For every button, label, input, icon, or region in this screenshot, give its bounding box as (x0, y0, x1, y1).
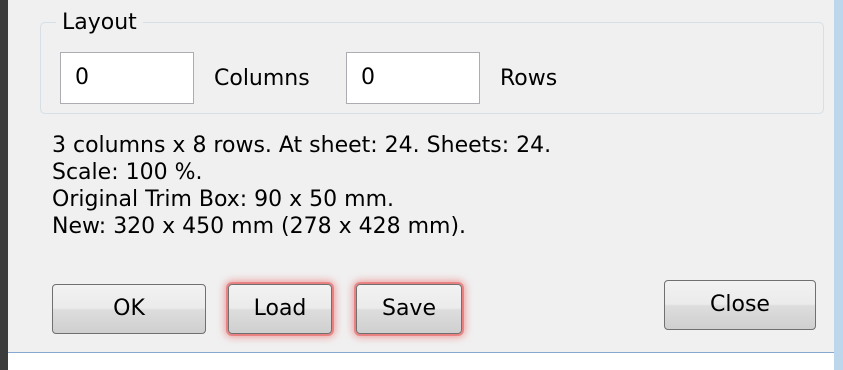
columns-input[interactable]: 0 (60, 52, 194, 104)
trim-box-text: Original Trim Box: 90 x 50 mm. (52, 187, 395, 212)
layout-group-title: Layout (56, 8, 143, 38)
window-left-border (0, 0, 8, 370)
window-right-border (834, 0, 843, 370)
load-button[interactable]: Load (228, 284, 332, 334)
dialog-window: Layout 0 Columns 0 Rows 3 columns x 8 ro… (0, 0, 843, 370)
window-bottom-strip (8, 352, 834, 370)
close-button[interactable]: Close (664, 280, 816, 330)
layout-summary-text: 3 columns x 8 rows. At sheet: 24. Sheets… (52, 133, 552, 158)
ok-button[interactable]: OK (52, 284, 206, 334)
new-size-text: New: 320 x 450 mm (278 x 428 mm). (52, 214, 467, 239)
rows-input[interactable]: 0 (346, 52, 480, 104)
scale-text: Scale: 100 %. (52, 160, 203, 185)
window-bottom-line (8, 352, 834, 353)
save-button[interactable]: Save (356, 284, 462, 334)
rows-label: Rows (500, 66, 558, 91)
columns-label: Columns (214, 66, 310, 91)
